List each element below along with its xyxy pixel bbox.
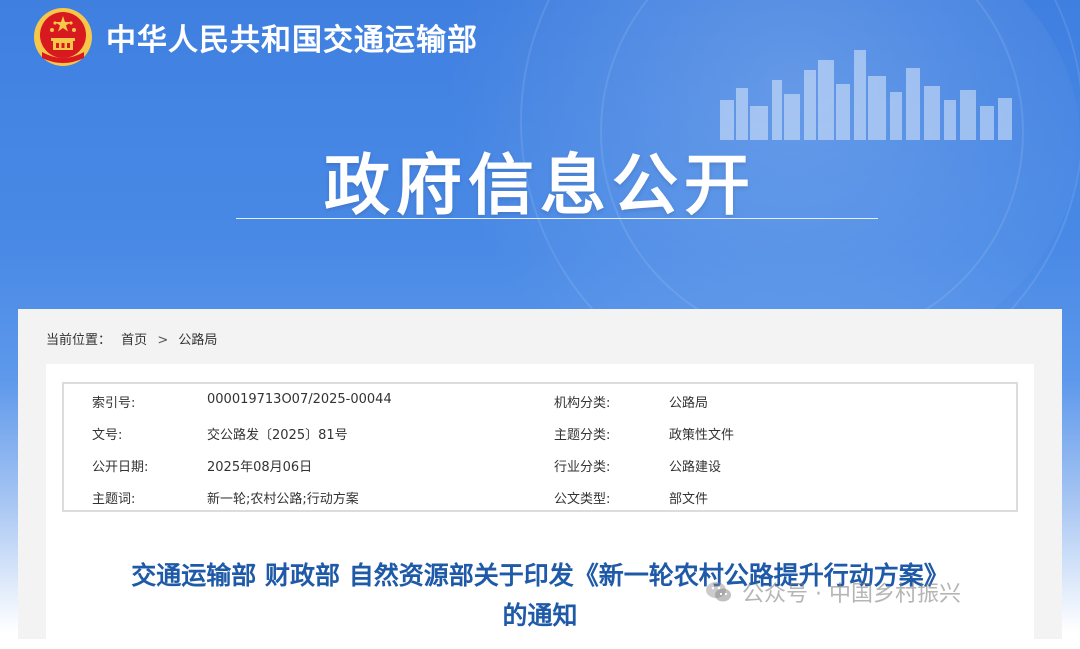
metadata-value: 部文件 (669, 492, 709, 507)
breadcrumb-separator: > (157, 333, 169, 348)
breadcrumb-highway-bureau-link[interactable]: 公路局 (178, 329, 217, 348)
metadata-value: 2025年08月06日 (207, 460, 313, 475)
breadcrumb: 当前位置： 首页 > 公路局 (46, 329, 217, 348)
metadata-label: 索引号: (92, 396, 136, 411)
metadata-label: 公开日期: (92, 460, 149, 475)
wechat-watermark: 公众号 · 中国乡村振兴 (704, 574, 961, 610)
metadata-value: 公路建设 (669, 460, 722, 475)
metadata-label: 主题词: (92, 492, 136, 507)
metadata-label: 公文类型: (554, 492, 611, 507)
metadata-value: 公路局 (669, 396, 709, 411)
metadata-label: 文号: (92, 428, 123, 443)
breadcrumb-label: 当前位置： (46, 333, 112, 348)
metadata-label: 机构分类: (554, 396, 611, 411)
metadata-row: 索引号: 000019713O07/2025-00044 机构分类: 公路局 (64, 384, 1016, 416)
metadata-label: 主题分类: (554, 428, 611, 443)
section-title: 政府信息公开 (324, 147, 756, 224)
document-metadata-table: 索引号: 000019713O07/2025-00044 机构分类: 公路局 文… (62, 382, 1018, 512)
metadata-row: 文号: 交公路发〔2025〕81号 主题分类: 政策性文件 (64, 416, 1016, 448)
metadata-row: 主题词: 新一轮;农村公路;行动方案 公文类型: 部文件 (64, 480, 1016, 512)
metadata-value: 交公路发〔2025〕81号 (207, 428, 348, 443)
watermark-text: 公众号 · 中国乡村振兴 (742, 582, 961, 607)
national-emblem-icon (34, 8, 92, 66)
city-skyline-graphic (720, 50, 1012, 140)
metadata-value: 000019713O07/2025-00044 (207, 392, 392, 407)
wechat-icon (706, 582, 731, 602)
metadata-value: 新一轮;农村公路;行动方案 (207, 492, 359, 507)
metadata-label: 行业分类: (554, 460, 611, 475)
ministry-name: 中华人民共和国交通运输部 (106, 23, 478, 58)
ministry-logo-link[interactable]: 中华人民共和国交通运输部 (32, 4, 478, 70)
title-divider (236, 218, 878, 219)
metadata-row: 公开日期: 2025年08月06日 行业分类: 公路建设 (64, 448, 1016, 480)
metadata-value: 政策性文件 (669, 428, 735, 443)
breadcrumb-home-link[interactable]: 首页 (121, 329, 147, 348)
